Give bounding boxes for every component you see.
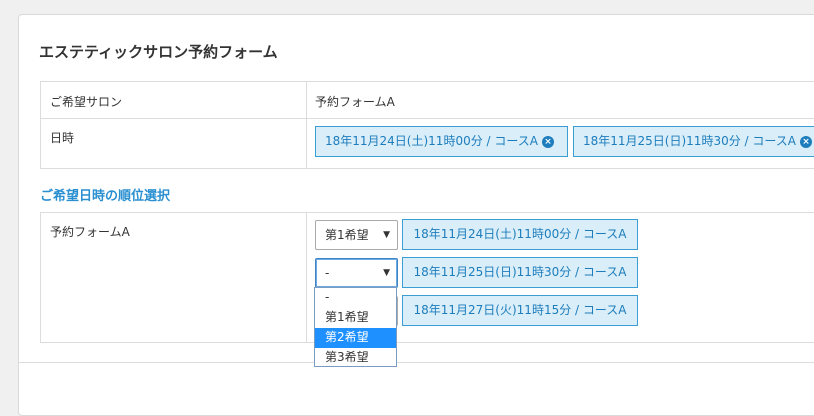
datetime-chip-1: 18年11月24日(土)11時00分 / コースA × [315, 126, 568, 157]
dropdown-option-3rd[interactable]: 第3希望 [315, 348, 396, 368]
column-divider [306, 213, 307, 342]
time-slot-1: 18年11月24日(土)11時00分 / コースA [402, 219, 638, 250]
select-value: - [325, 266, 330, 280]
salon-value: 予約フォームA [315, 95, 395, 109]
remove-chip-icon[interactable]: × [542, 135, 554, 148]
datetime-chip-2: 18年11月25日(日)11時30分 / コースA × [573, 126, 814, 157]
dropdown-option-none[interactable]: - [315, 288, 396, 308]
priority-section-title: ご希望日時の順位選択 [40, 189, 171, 204]
chevron-down-icon: ▼ [383, 268, 390, 278]
salon-label: ご希望サロン [50, 95, 123, 109]
dropdown-option-2nd[interactable]: 第2希望 [315, 328, 396, 348]
summary-table: ご希望サロン 予約フォームA 日時 18年11月24日(土)11時00分 / コ… [40, 81, 814, 169]
chip-label: 18年11月25日(日)11時30分 / コースA [583, 134, 796, 148]
table-row-salon: ご希望サロン 予約フォームA [41, 82, 814, 119]
chip-label: 18年11月24日(土)11時00分 / コースA [325, 134, 538, 148]
priority-select-2[interactable]: - ▼ [315, 258, 398, 288]
table-row-datetime: 日時 18年11月24日(土)11時00分 / コースA × 18年11月25日(… [41, 119, 814, 168]
priority-select-1[interactable]: 第1希望 ▼ [315, 220, 398, 250]
time-slot-2: 18年11月25日(日)11時30分 / コースA [402, 257, 638, 288]
remove-chip-icon[interactable]: × [800, 135, 812, 148]
time-slot-3: 18年11月27日(火)11時15分 / コースA [402, 295, 638, 326]
form-name-label: 予約フォームA [50, 225, 130, 239]
select-value: 第1希望 [325, 228, 369, 242]
chevron-down-icon: ▼ [383, 230, 390, 240]
datetime-label: 日時 [50, 131, 75, 145]
reservation-form-card: エステティックサロン予約フォーム ご希望サロン 予約フォームA 日時 18年11… [18, 14, 814, 416]
card-footer-divider [18, 362, 814, 363]
priority-table: 予約フォームA 第1希望 ▼ 18年11月24日(土)11時00分 / コースA… [40, 212, 814, 343]
priority-dropdown-list: - 第1希望 第2希望 第3希望 [314, 287, 397, 367]
dropdown-option-1st[interactable]: 第1希望 [315, 308, 396, 328]
page-title: エステティックサロン予約フォーム [39, 43, 278, 61]
